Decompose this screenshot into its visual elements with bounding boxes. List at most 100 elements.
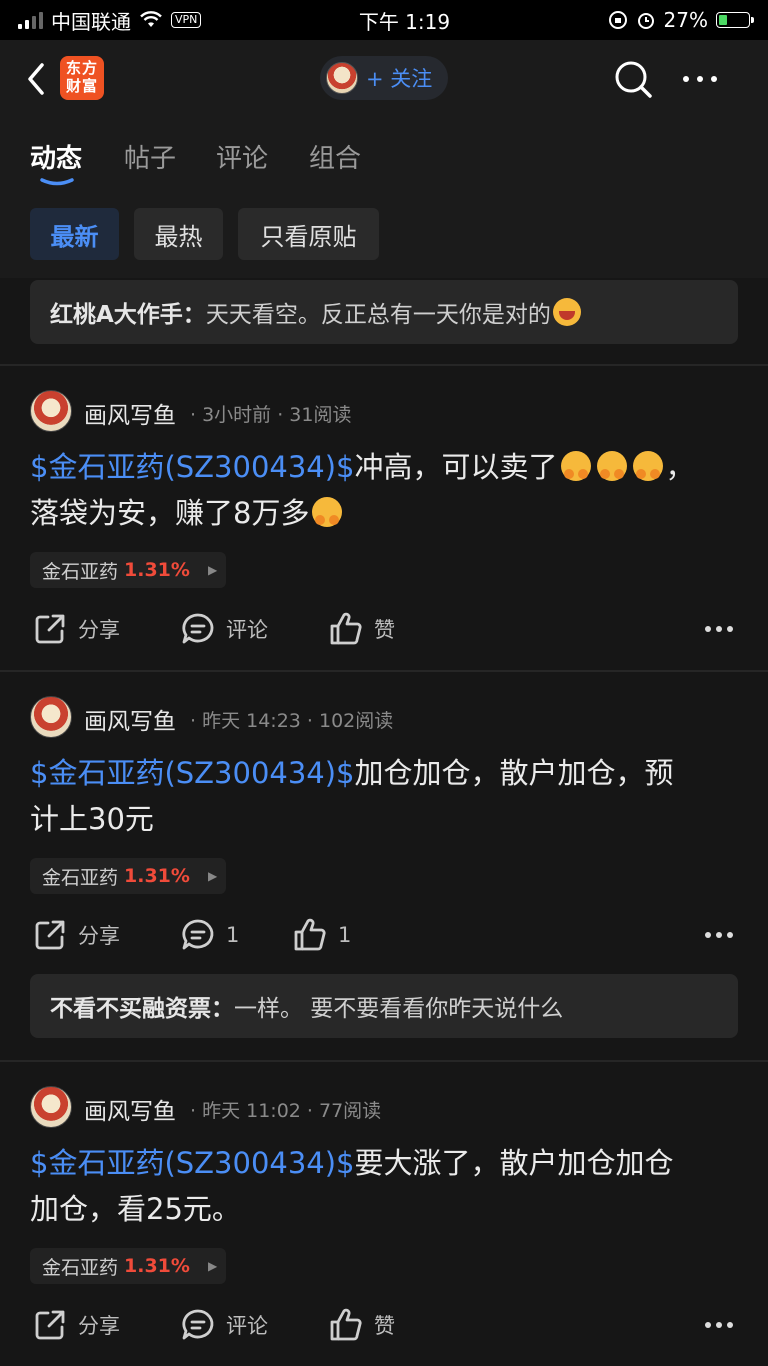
share-button[interactable]: 分享 xyxy=(32,910,120,960)
filter-hottest[interactable]: 最热 xyxy=(134,208,223,260)
comment-icon xyxy=(182,1309,214,1340)
share-label: 分享 xyxy=(78,618,120,642)
post-text: 计上30元 xyxy=(30,802,154,836)
stock-tag[interactable]: 金石亚药 1.31% ▶ xyxy=(30,1248,226,1284)
avatar[interactable] xyxy=(30,696,72,738)
thumbs-up-icon xyxy=(294,918,326,951)
share-label: 分享 xyxy=(78,1314,120,1338)
search-icon[interactable] xyxy=(612,58,654,100)
post-text: 落袋为安，赚了8万多 xyxy=(30,496,310,530)
comment-label: 评论 xyxy=(226,1314,268,1338)
post-meta: · 昨天 14:23 · 102阅读 xyxy=(190,710,394,732)
hug-emoji-icon xyxy=(312,497,343,527)
post-card[interactable]: 画风写鱼 · 昨天 14:23 · 102阅读 $金石亚药(SZ300434)$… xyxy=(0,672,768,1060)
post-author[interactable]: 画风写鱼 xyxy=(84,1092,176,1126)
post-card[interactable]: 画风写鱼 · 昨天 11:02 · 77阅读 $金石亚药(SZ300434)$要… xyxy=(0,1062,768,1366)
avatar[interactable] xyxy=(30,390,72,432)
status-bar: 中国联通 VPN 下午 1:19 27% xyxy=(0,0,768,40)
stock-tag-change: 1.31% xyxy=(124,559,190,581)
thumbs-up-icon xyxy=(330,612,362,645)
like-button[interactable]: 1 xyxy=(292,910,351,960)
rotation-lock-icon xyxy=(608,11,627,29)
stock-tag[interactable]: 金石亚药 1.31% ▶ xyxy=(30,858,226,894)
stock-tag-name: 金石亚药 xyxy=(42,560,119,583)
stock-tag-name: 金石亚药 xyxy=(42,866,119,889)
more-options-icon[interactable] xyxy=(704,624,734,634)
app-logo: 东方 财富 xyxy=(60,56,104,100)
wifi-icon xyxy=(140,11,162,27)
quote-text: 一样。 要不要看看你昨天说什么 xyxy=(234,996,564,1022)
comment-label: 评论 xyxy=(226,618,268,642)
share-button[interactable]: 分享 xyxy=(32,1300,120,1350)
filter-original-only[interactable]: 只看原贴 xyxy=(238,208,379,260)
comment-button[interactable]: 评论 xyxy=(180,604,268,654)
logo-line-1: 东方 xyxy=(65,59,98,77)
hug-emoji-icon xyxy=(560,451,591,481)
hug-emoji-icon xyxy=(632,451,663,481)
carrier-name: 中国联通 xyxy=(51,9,131,34)
comment-button[interactable]: 1 xyxy=(180,910,239,960)
battery-percent: 27% xyxy=(663,8,708,32)
tab-portfolio[interactable]: 组合 xyxy=(309,138,361,175)
clock: 下午 1:19 xyxy=(358,9,451,34)
post-author[interactable]: 画风写鱼 xyxy=(84,396,176,430)
logo-line-2: 财富 xyxy=(65,77,98,95)
quote-author: 红桃A大作手： xyxy=(50,302,206,328)
like-label: 赞 xyxy=(374,1314,395,1338)
more-options-icon[interactable] xyxy=(704,930,734,940)
like-button[interactable]: 赞 xyxy=(328,604,395,654)
more-options-icon[interactable] xyxy=(704,1320,734,1330)
filter-bar: 最新 最热 只看原贴 xyxy=(0,194,768,278)
share-icon xyxy=(35,614,65,644)
hug-emoji-icon xyxy=(596,451,627,481)
active-tab-indicator xyxy=(40,178,74,186)
post-body[interactable]: $金石亚药(SZ300434)$加仓加仓，散户加仓，预计上30元 xyxy=(30,750,730,842)
post-text: ， xyxy=(665,450,695,484)
like-count: 1 xyxy=(338,923,352,947)
post-actions: 分享 1 1 xyxy=(0,910,768,960)
stock-tag-change: 1.31% xyxy=(124,1255,190,1277)
stock-link[interactable]: $金石亚药(SZ300434)$ xyxy=(30,450,355,484)
stock-tag-name: 金石亚药 xyxy=(42,1256,119,1279)
filter-latest[interactable]: 最新 xyxy=(30,208,119,260)
tab-posts[interactable]: 帖子 xyxy=(124,138,176,175)
back-arrow-icon[interactable] xyxy=(22,60,52,98)
post-actions: 分享 评论 赞 xyxy=(0,604,768,654)
stock-link[interactable]: $金石亚药(SZ300434)$ xyxy=(30,1146,355,1180)
share-icon xyxy=(35,920,65,950)
quoted-comment[interactable]: 不看不买融资票： 一样。 要不要看看你昨天说什么 xyxy=(30,974,738,1038)
quote-text: 天天看空。反正总有一天你是对的 xyxy=(205,302,551,328)
chevron-right-icon: ▶ xyxy=(207,563,218,577)
share-button[interactable]: 分享 xyxy=(32,604,120,654)
share-icon xyxy=(35,1310,65,1340)
stock-link[interactable]: $金石亚药(SZ300434)$ xyxy=(30,756,355,790)
comment-button[interactable]: 评论 xyxy=(180,1300,268,1350)
avatar xyxy=(326,62,358,94)
like-button[interactable]: 赞 xyxy=(328,1300,395,1350)
quote-author: 不看不买融资票： xyxy=(50,996,234,1022)
chevron-right-icon: ▶ xyxy=(207,869,218,883)
stock-tag[interactable]: 金石亚药 1.31% ▶ xyxy=(30,552,226,588)
post-body[interactable]: $金石亚药(SZ300434)$要大涨了，散户加仓加仓 加仓，看25元。 xyxy=(30,1140,730,1232)
follow-button[interactable]: + 关注 xyxy=(320,56,448,100)
tab-dynamic[interactable]: 动态 xyxy=(30,138,82,175)
quoted-comment[interactable]: 红桃A大作手： 天天看空。反正总有一天你是对的 xyxy=(30,280,738,344)
thumbs-up-icon xyxy=(330,1308,362,1341)
post-author[interactable]: 画风写鱼 xyxy=(84,702,176,736)
comment-icon xyxy=(182,919,214,950)
post-meta: · 昨天 11:02 · 77阅读 xyxy=(190,1100,382,1122)
comment-icon xyxy=(182,613,214,644)
more-menu-icon[interactable] xyxy=(682,74,718,84)
post-text: 冲高，可以卖了 xyxy=(354,450,558,484)
grin-emoji-icon xyxy=(552,298,581,326)
post-card[interactable]: 画风写鱼 · 3小时前 · 31阅读 $金石亚药(SZ300434)$冲高，可以… xyxy=(0,366,768,670)
like-label: 赞 xyxy=(374,618,395,642)
tab-comments[interactable]: 评论 xyxy=(216,138,268,175)
nav-bar: 东方 财富 + 关注 xyxy=(0,40,768,120)
post-text: 加仓加仓，散户加仓，预 xyxy=(354,756,674,790)
stock-tag-change: 1.31% xyxy=(124,865,190,887)
post-meta: · 3小时前 · 31阅读 xyxy=(190,404,352,426)
post-body[interactable]: $金石亚药(SZ300434)$冲高，可以卖了 ， 落袋为安，赚了8万多 xyxy=(30,444,730,536)
alarm-icon xyxy=(637,13,654,29)
avatar[interactable] xyxy=(30,1086,72,1128)
